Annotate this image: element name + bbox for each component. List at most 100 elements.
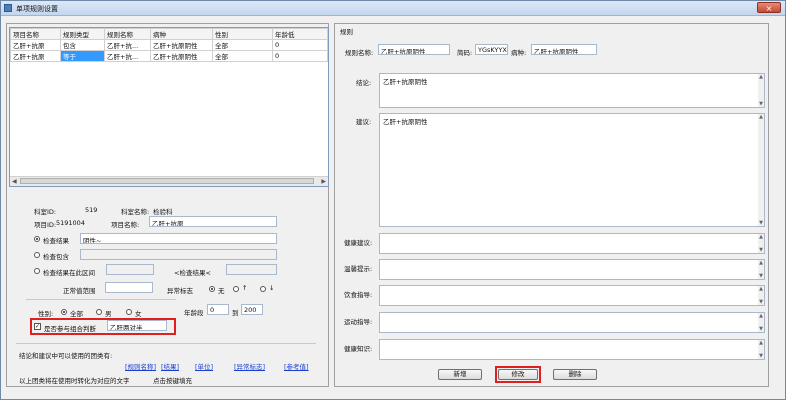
scroll-up-icon[interactable]: ▲ (758, 114, 764, 120)
age-to-field[interactable]: 200 (241, 304, 263, 315)
new-button[interactable]: 新增 (438, 369, 482, 380)
scroll-up-icon[interactable]: ▲ (758, 74, 764, 80)
gender-all-label: 全部 (70, 310, 83, 318)
advice-textarea[interactable]: 乙肝+抗原阴性 ▲ ▼ (379, 113, 765, 227)
range-low-field[interactable] (106, 264, 154, 275)
cell[interactable]: 乙肝+抗原阴性 (150, 50, 213, 62)
rule-settings-window: 单项规则设置 × 项目名称 规则类型 规则名称 病种 性别 年龄低 乙肝+抗原 … (0, 0, 786, 400)
horizontal-scrollbar[interactable]: ◀ ▶ (10, 176, 328, 186)
cell[interactable]: 乙肝+抗... (104, 39, 151, 51)
abnormal-down-label: ↓ (269, 284, 275, 292)
check-contains-radio[interactable] (34, 252, 40, 258)
cell[interactable]: 包含 (60, 39, 105, 51)
scroll-right-icon[interactable]: ▶ (321, 178, 326, 185)
cell[interactable]: 乙肝+抗原 (10, 39, 61, 51)
diet-label: 饮食指导: (344, 291, 373, 299)
check-range-radio[interactable] (34, 268, 40, 274)
conclusion-textarea[interactable]: 乙肝+抗原阴性 ▲ ▼ (379, 73, 765, 108)
exercise-textarea[interactable]: ▲ ▼ (379, 312, 765, 333)
combine-checkbox[interactable]: ✓ (34, 323, 41, 330)
health-advice-scrollbar[interactable]: ▲ ▼ (758, 234, 764, 253)
link-reference-value[interactable]: [参考值] (284, 361, 309, 371)
conclusion-scrollbar[interactable]: ▲ ▼ (758, 74, 764, 107)
abnormal-up-radio[interactable] (233, 286, 239, 292)
gender-female-label: 女 (135, 310, 142, 318)
scroll-thumb[interactable] (20, 178, 314, 184)
warm-tip-textarea[interactable]: ▲ ▼ (379, 259, 765, 280)
link-result[interactable]: [结果] (161, 361, 179, 371)
col-header-age-low[interactable]: 年龄低 (272, 28, 328, 40)
cell[interactable]: 乙肝+抗... (104, 50, 151, 62)
cell[interactable]: 乙肝+抗原阴性 (150, 39, 213, 51)
col-header-disease[interactable]: 病种 (150, 28, 213, 40)
close-button[interactable]: × (757, 2, 781, 13)
scroll-down-icon[interactable]: ▼ (758, 353, 764, 359)
item-name-field[interactable]: 乙肝+抗原 (149, 216, 277, 227)
cell[interactable]: 乙肝+抗原 (10, 50, 61, 62)
modify-button[interactable]: 修改 (498, 369, 538, 380)
rule-name-label: 规则名称: (345, 49, 374, 57)
hint-text: 结论和建议中可以使用的团类有: (19, 352, 113, 360)
health-advice-textarea[interactable]: ▲ ▼ (379, 233, 765, 254)
abnormal-none-radio[interactable] (209, 286, 215, 292)
abnormal-down-radio[interactable] (260, 286, 266, 292)
disease-field[interactable]: 乙肝+抗原阴性 (531, 44, 597, 55)
cell[interactable]: 0 (272, 39, 328, 51)
scroll-up-icon[interactable]: ▲ (758, 286, 764, 292)
short-code-field[interactable]: YGsKYYX (475, 44, 508, 55)
health-knowledge-textarea[interactable]: ▲ ▼ (379, 339, 765, 360)
col-header-rule-name[interactable]: 规则名称 (104, 28, 151, 40)
gender-male-radio[interactable] (96, 309, 102, 315)
scroll-up-icon[interactable]: ▲ (758, 234, 764, 240)
link-unit[interactable]: [单位] (195, 361, 213, 371)
scroll-down-icon[interactable]: ▼ (758, 101, 764, 107)
link-abnormal-flag[interactable]: [异常标志] (234, 361, 265, 371)
cell[interactable]: 0 (272, 50, 328, 62)
col-header-gender[interactable]: 性别 (212, 28, 273, 40)
title-bar: 单项规则设置 × (1, 1, 785, 16)
table-row[interactable]: 乙肝+抗原 等于 乙肝+抗... 乙肝+抗原阴性 全部 0 (10, 50, 328, 62)
cell[interactable]: 全部 (212, 50, 273, 62)
delete-button[interactable]: 删除 (553, 369, 597, 380)
scroll-down-icon[interactable]: ▼ (758, 326, 764, 332)
abnormal-none-label: 无 (218, 287, 225, 295)
item-id-label: 项目ID: (34, 221, 57, 229)
cell[interactable]: 全部 (212, 39, 273, 51)
warm-tip-scrollbar[interactable]: ▲ ▼ (758, 260, 764, 279)
check-range-label: 检查结果在此区间 (43, 269, 95, 277)
scroll-up-icon[interactable]: ▲ (758, 260, 764, 266)
range-high-field[interactable] (226, 264, 277, 275)
combine-field[interactable]: 乙肝两对半 (107, 320, 167, 331)
dept-id-label: 科室ID: (34, 208, 57, 216)
col-header-rule-type[interactable]: 规则类型 (60, 28, 105, 40)
scroll-down-icon[interactable]: ▼ (758, 247, 764, 253)
table-row[interactable]: 乙肝+抗原 包含 乙肝+抗... 乙肝+抗原阴性 全部 0 (10, 39, 328, 51)
scroll-down-icon[interactable]: ▼ (758, 220, 764, 226)
diet-scrollbar[interactable]: ▲ ▼ (758, 286, 764, 305)
col-header-item-name[interactable]: 项目名称 (10, 28, 61, 40)
rules-grid[interactable]: 项目名称 规则类型 规则名称 病种 性别 年龄低 乙肝+抗原 包含 乙肝+抗..… (9, 27, 329, 187)
cell-selected[interactable]: 等于 (60, 50, 105, 62)
health-knowledge-scrollbar[interactable]: ▲ ▼ (758, 340, 764, 359)
link-rule-name[interactable]: [规则名称] (125, 361, 156, 371)
advice-scrollbar[interactable]: ▲ ▼ (758, 114, 764, 226)
rule-name-field[interactable]: 乙肝+抗原阴性 (378, 44, 450, 55)
exercise-scrollbar[interactable]: ▲ ▼ (758, 313, 764, 332)
gender-all-radio[interactable] (61, 309, 67, 315)
gender-label: 性别: (38, 310, 54, 318)
gender-female-radio[interactable] (126, 309, 132, 315)
scroll-down-icon[interactable]: ▼ (758, 273, 764, 279)
check-contains-field[interactable] (80, 249, 277, 260)
scroll-left-icon[interactable]: ◀ (12, 178, 17, 185)
normal-value-field[interactable] (105, 282, 153, 293)
scroll-up-icon[interactable]: ▲ (758, 340, 764, 346)
scroll-down-icon[interactable]: ▼ (758, 299, 764, 305)
check-result-field[interactable]: 阴性~ (80, 233, 277, 244)
age-from-field[interactable]: 0 (207, 304, 229, 315)
age-to-label: 到 (232, 309, 239, 317)
scroll-up-icon[interactable]: ▲ (758, 313, 764, 319)
abnormal-up-label: ↑ (242, 284, 248, 292)
diet-textarea[interactable]: ▲ ▼ (379, 285, 765, 306)
check-result-radio[interactable] (34, 236, 40, 242)
footer-text: 以上团类将在使用时转化为对应的文字 (19, 377, 130, 385)
